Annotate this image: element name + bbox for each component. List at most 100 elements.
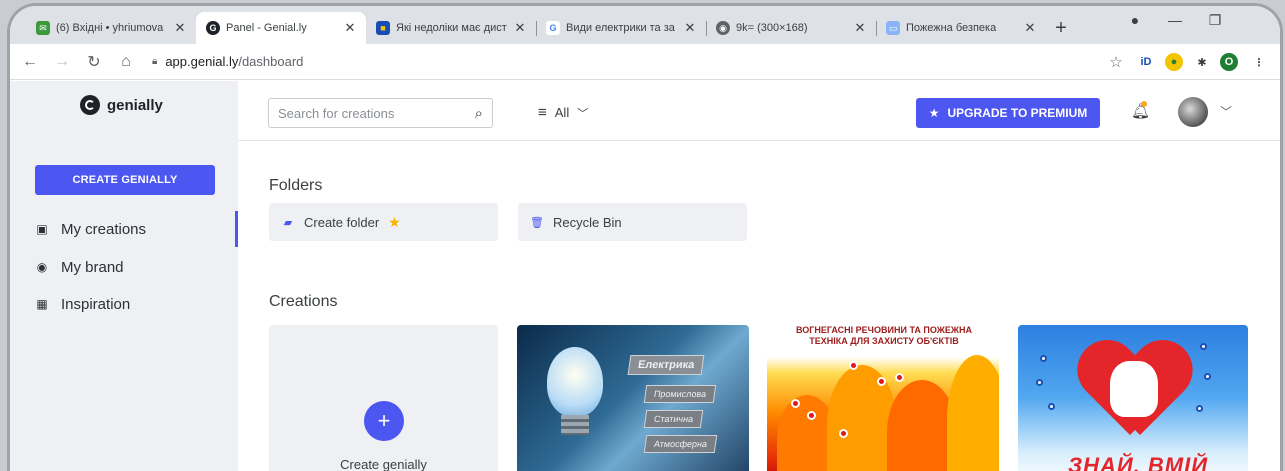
genially-icon: G (206, 21, 220, 35)
close-icon[interactable]: ✕ (1022, 20, 1038, 36)
sidebar-item-my-brand[interactable]: ◉ My brand (35, 253, 238, 281)
thumb-item: Атмосферна (643, 435, 718, 453)
marker-dot (1040, 355, 1047, 362)
search-input[interactable] (278, 105, 475, 121)
puzzle-icon[interactable]: ✱ (1193, 53, 1211, 71)
new-tab-button[interactable]: + (1046, 12, 1076, 44)
sidebar-item-label: My brand (61, 258, 124, 276)
extension-icon[interactable]: ● (1165, 53, 1183, 71)
tab-title: (6) Вхідні • yhriumova (56, 22, 164, 34)
app-header: ⌕ ≡ All ﹀ ★ UPGRADE TO PREMIUM 🔔︎ ﹀ (238, 81, 1280, 141)
chevron-down-icon[interactable]: ﹀ (1220, 103, 1232, 120)
chevron-down-icon: ﹀ (577, 107, 589, 120)
lightbulb-icon (547, 347, 603, 417)
minimize-button[interactable]: — (1155, 12, 1195, 29)
notification-badge (1141, 101, 1147, 107)
bookmark-star-icon[interactable]: ☆ (1107, 53, 1125, 71)
marker-dot (1200, 343, 1207, 350)
url-path: /dashboard (238, 54, 304, 69)
marker-dot (1196, 405, 1203, 412)
tab-strip: ✉ (6) Вхідні • yhriumova ✕ G Panel - Gen… (10, 6, 1280, 44)
filter-dropdown[interactable]: ≡ All ﹀ (538, 104, 588, 121)
folders-heading: Folders (269, 177, 323, 194)
premium-star-icon: ★ (388, 213, 401, 230)
flame-shape (947, 355, 999, 471)
reload-icon[interactable]: ↻ (82, 52, 106, 72)
search-box[interactable]: ⌕ (268, 98, 493, 128)
filter-label: All (554, 105, 570, 120)
globe-icon: ◉ (716, 21, 730, 35)
folder-plus-icon: ▰ (283, 216, 293, 229)
address-bar[interactable]: 🔒︎ app.genial.ly/dashboard (152, 54, 303, 69)
lock-icon: 🔒︎ (152, 56, 158, 67)
gmail-icon: ✉ (36, 21, 50, 35)
create-folder-label: Create folder (304, 214, 380, 230)
inspiration-icon: ▦ (36, 297, 48, 311)
tab-title: Які недоліки має дист (396, 22, 507, 34)
tab-genially[interactable]: G Panel - Genial.ly ✕ (196, 12, 366, 44)
recycle-bin-label: Recycle Bin (553, 214, 622, 230)
marker-dot (839, 429, 848, 438)
browser-toolbar: ← → ↻ ⌂ 🔒︎ app.genial.ly/dashboard ☆ iD … (10, 44, 1280, 80)
back-icon[interactable]: ← (18, 53, 42, 71)
create-genially-button[interactable]: CREATE GENIALLY (35, 165, 215, 195)
marker-dot (877, 377, 886, 386)
sidebar-item-label: My creations (61, 220, 147, 238)
tab-presentation[interactable]: ▭ Пожежна безпека ✕ (876, 12, 1046, 44)
tab-title: Види електрики та за (566, 22, 675, 34)
close-icon[interactable]: ✕ (682, 20, 698, 36)
user-avatar[interactable] (1178, 97, 1208, 127)
create-genially-card[interactable]: + Create genially (269, 325, 498, 471)
image-icon: ▣ (36, 222, 48, 236)
genially-logo-icon (80, 95, 100, 115)
marker-dot (1048, 403, 1055, 410)
tab-image[interactable]: ◉ 9k= (300×168) ✕ (706, 12, 876, 44)
marker-dot (849, 361, 858, 370)
create-folder-button[interactable]: ▰ Create folder ★ (269, 203, 498, 241)
marker-dot (791, 399, 800, 408)
sidebar-item-inspiration[interactable]: ▦ Inspiration (35, 290, 238, 318)
logo-text: genially (107, 96, 163, 114)
thumb-title: ВОГНЕГАСНІ РЕЧОВИНИ ТА ПОЖЕЖНА ТЕХНІКА Д… (795, 325, 972, 346)
close-icon[interactable]: ✕ (172, 20, 188, 36)
creations-heading: Creations (269, 293, 338, 310)
extension-id-icon[interactable]: iD (1137, 53, 1155, 71)
marker-dot (807, 411, 816, 420)
thumb-item: Промислова (643, 385, 717, 403)
marker-dot (895, 373, 904, 382)
tab-title: Пожежна безпека (906, 22, 997, 34)
create-genially-label: Create genially (340, 457, 427, 471)
creation-card-electricity[interactable]: Електрика Промислова Статична Атмосферна (517, 325, 749, 471)
upgrade-premium-button[interactable]: ★ UPGRADE TO PREMIUM (916, 98, 1100, 128)
close-icon[interactable]: ✕ (852, 20, 868, 36)
slides-icon: ▭ (886, 21, 900, 35)
search-icon[interactable]: ⌕ (475, 105, 483, 122)
url-host: app.genial.ly (165, 54, 239, 69)
maximize-button[interactable]: ❐ (1195, 12, 1235, 29)
marker-dot (1204, 373, 1211, 380)
google-icon: G (546, 21, 560, 35)
close-icon[interactable]: ✕ (512, 20, 528, 36)
tab-article[interactable]: ■ Які недоліки має дист ✕ (366, 12, 536, 44)
tab-title: Panel - Genial.ly (226, 22, 307, 34)
thumb-title: Електрика (627, 355, 705, 375)
creation-card-first-aid[interactable]: ЗНАЙ, ВМІЙ (1018, 325, 1248, 471)
thumb-title: ЗНАЙ, ВМІЙ (1067, 453, 1209, 471)
close-icon[interactable]: ✕ (342, 20, 358, 36)
genially-app: genially CREATE GENIALLY ▣ My creations … (10, 81, 1280, 471)
menu-icon[interactable]: ⋮ (1250, 53, 1268, 71)
tab-gmail[interactable]: ✉ (6) Вхідні • yhriumova ✕ (26, 12, 196, 44)
lightbulb-base (561, 415, 589, 435)
profile-avatar[interactable]: O (1220, 53, 1238, 71)
plus-icon: + (364, 401, 404, 441)
home-icon[interactable]: ⌂ (114, 53, 138, 71)
recycle-bin-button[interactable]: 🗑︎ Recycle Bin (518, 203, 747, 241)
profile-dot-icon[interactable]: ● (1115, 12, 1155, 29)
tab-google-search[interactable]: G Види електрики та за ✕ (536, 12, 706, 44)
creation-card-fire-safety[interactable]: ВОГНЕГАСНІ РЕЧОВИНИ ТА ПОЖЕЖНА ТЕХНІКА Д… (767, 325, 999, 471)
genially-logo[interactable]: genially (80, 95, 163, 115)
forward-icon[interactable]: → (50, 53, 74, 71)
sidebar-item-my-creations[interactable]: ▣ My creations (35, 211, 238, 247)
tab-title: 9k= (300×168) (736, 22, 808, 34)
thumb-item: Статична (643, 410, 704, 428)
